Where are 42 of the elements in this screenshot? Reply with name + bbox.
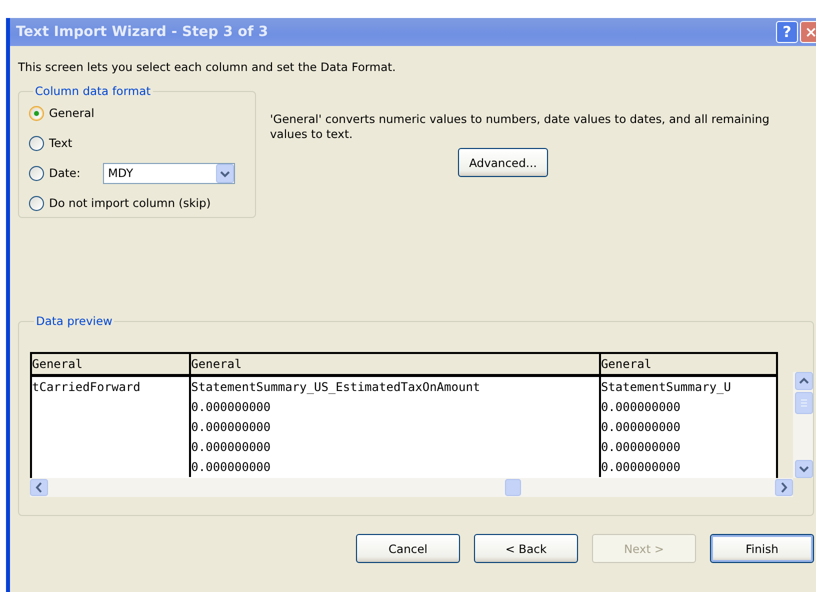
scroll-up-icon[interactable]	[795, 372, 813, 390]
scroll-down-icon[interactable]	[795, 460, 813, 478]
radio-label: Do not import column (skip)	[49, 196, 211, 210]
dialog-button[interactable]: Cancel	[356, 534, 460, 563]
table-cell: 0.000000000	[600, 400, 680, 414]
dialog-button[interactable]: Finish	[710, 534, 814, 563]
radio-label: Text	[49, 136, 74, 150]
table-cell: 0.000000000	[600, 440, 680, 454]
table-cell: tCarriedForward	[32, 380, 140, 394]
group-label: Data preview	[35, 314, 114, 328]
scroll-left-icon[interactable]	[30, 479, 48, 496]
scroll-thumb[interactable]	[795, 392, 813, 414]
advanced-button[interactable]: Advanced...	[458, 148, 548, 177]
radio-button[interactable]	[29, 196, 44, 210]
radio-label: General	[49, 106, 94, 120]
horizontal-scrollbar[interactable]	[30, 478, 793, 497]
table-cell: 0.000000000	[191, 460, 271, 474]
scroll-right-icon[interactable]	[775, 479, 793, 496]
column-header[interactable]: General	[191, 354, 601, 374]
group-label: Column data format	[34, 84, 152, 98]
table-cell: 0.000000000	[191, 440, 271, 454]
table-cell: 0.000000000	[191, 420, 271, 434]
radio-button[interactable]	[29, 106, 44, 120]
help-button[interactable]: ?	[776, 21, 798, 43]
radio-button[interactable]	[29, 136, 44, 150]
scroll-thumb[interactable]	[505, 479, 521, 496]
table-cell: 0.000000000	[191, 400, 271, 414]
table-cell: 0.000000000	[600, 420, 680, 434]
dialog-button[interactable]: < Back	[474, 534, 578, 563]
vertical-scrollbar[interactable]	[793, 372, 813, 478]
radio-button[interactable]	[29, 166, 44, 180]
window-title: Text Import Wizard - Step 3 of 3	[16, 24, 268, 40]
table-cell: 0.000000000	[600, 460, 680, 474]
column-header[interactable]: General	[600, 354, 776, 374]
date-format-dropdown[interactable]: MDY	[103, 162, 235, 184]
table-cell: StatementSummary_U	[600, 380, 731, 394]
radio-label: Date:	[49, 166, 82, 180]
dropdown-caret-icon	[216, 164, 234, 182]
instruction-text: This screen lets you select each column and set the Data Format.	[18, 60, 397, 74]
column-header[interactable]: General	[32, 354, 192, 374]
table-cell: StatementSummary_US_EstimatedTaxOnAmount	[191, 380, 480, 394]
description-text: 'General' converts numeric values to numbers, date values to dates, and all remaining values to text.	[270, 112, 770, 142]
